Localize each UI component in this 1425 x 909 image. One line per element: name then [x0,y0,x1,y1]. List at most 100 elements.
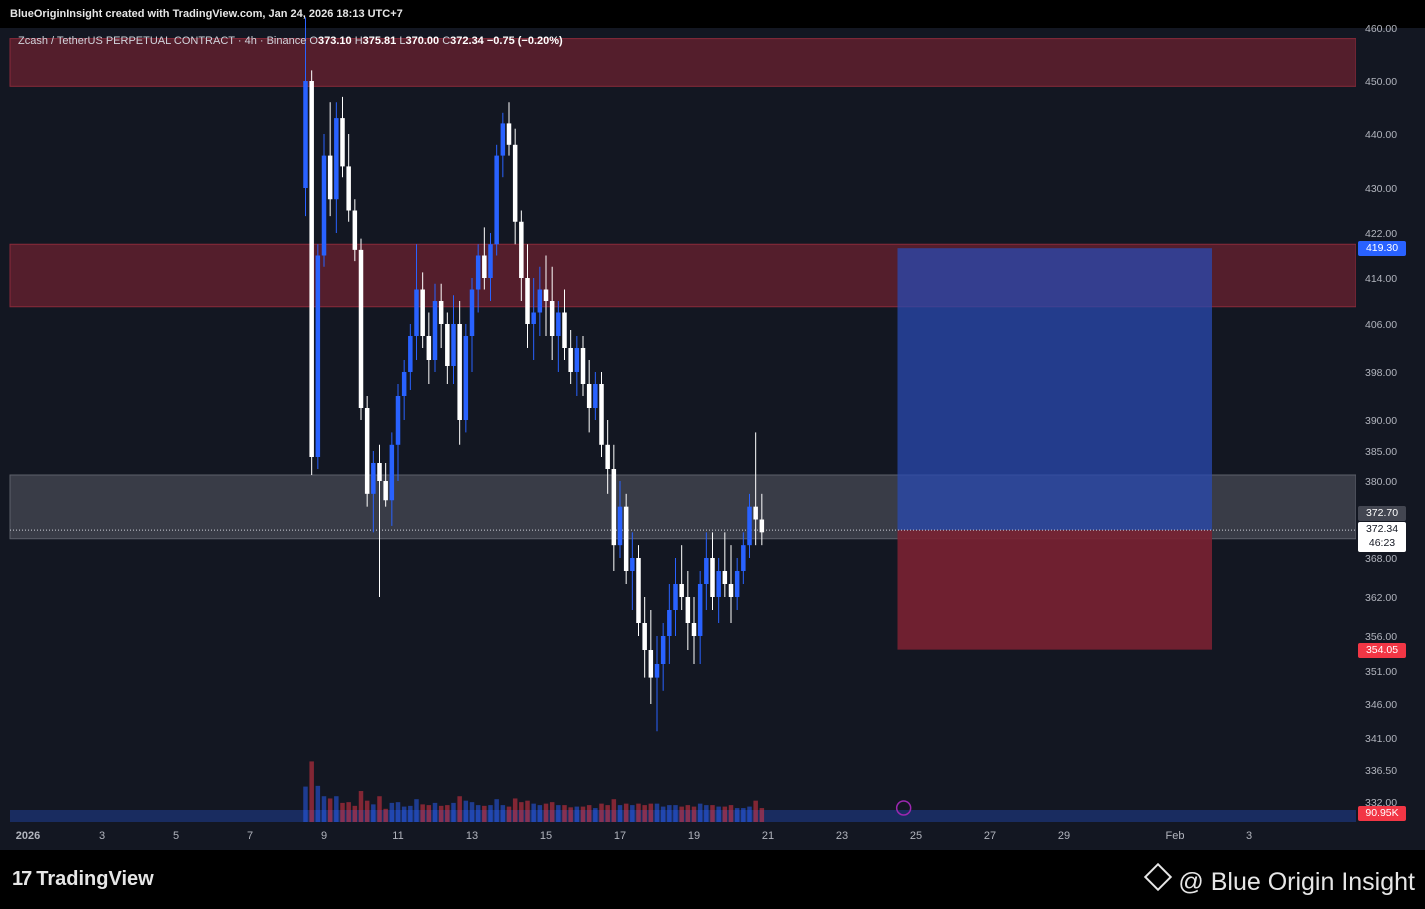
candle-body[interactable] [445,324,450,366]
candle-body[interactable] [420,289,425,337]
candle-body[interactable] [630,558,635,571]
candle-body[interactable] [457,324,462,420]
candle-body[interactable] [309,81,314,457]
candle-body[interactable] [469,289,475,337]
candle-body[interactable] [327,155,333,200]
candle-body[interactable] [371,463,376,494]
candle-body[interactable] [543,289,549,302]
symbol-description[interactable]: Zcash / TetherUS PERPETUAL CONTRACT · 4h… [18,35,306,47]
candle-body[interactable] [673,584,678,610]
candle-body[interactable] [580,348,586,384]
position-stop-zone[interactable] [897,530,1213,650]
candle-body[interactable] [710,558,715,597]
candle-body[interactable] [623,506,629,571]
candle-body[interactable] [593,384,598,408]
volume-bar [710,805,715,822]
volume-bar [679,806,684,822]
price-tick-label: 440.00 [1365,129,1397,141]
price-chart[interactable]: 460.00 450.00 440.00 430.00 422.00 414.00 406.… [0,0,1425,850]
candle-body[interactable] [401,372,407,396]
candle-body[interactable] [660,636,666,664]
candle-body[interactable] [303,81,308,188]
price-tick-label: 362.00 [1365,592,1397,604]
candle-body[interactable] [519,221,524,278]
candle-body[interactable] [568,348,573,372]
candle-body[interactable] [377,463,382,481]
price-tick-label: 380.00 [1365,476,1397,488]
candle-body[interactable] [697,584,703,636]
candle-body[interactable] [334,118,339,200]
candle-body[interactable] [352,210,358,250]
candle-body[interactable] [488,244,493,278]
candle-body[interactable] [691,623,697,636]
candle-countdown: 46:23 [1368,537,1396,549]
candle-body[interactable] [482,255,487,279]
time-tick-label: 27 [984,830,996,842]
volume-bar [543,803,549,822]
candle-body[interactable] [599,384,604,445]
candle-body[interactable] [667,610,672,636]
candle-body[interactable] [685,597,691,623]
price-change: −0.75 (−0.20%) [486,35,563,47]
candle-body[interactable] [340,118,345,167]
candle-body[interactable] [432,301,438,360]
candle-body[interactable] [549,301,555,336]
candle-body[interactable] [747,506,752,546]
position-target-zone[interactable] [897,248,1213,531]
candle-body[interactable] [531,312,536,325]
candle-body[interactable] [556,312,561,337]
candle-body[interactable] [605,444,610,469]
candle-body[interactable] [537,289,543,313]
brand-signature: @ Blue Origin Insight [1144,862,1415,897]
volume-bar [395,802,401,822]
candle-body[interactable] [475,255,481,290]
candle-body[interactable] [716,571,721,597]
candle-body[interactable] [734,571,740,597]
price-tick-label: 351.00 [1365,666,1397,678]
candle-body[interactable] [395,396,401,445]
candle-body[interactable] [611,469,617,546]
candle-body[interactable] [463,336,469,420]
candle-body[interactable] [617,506,623,546]
time-tick-label: 15 [540,830,552,842]
candle-body[interactable] [642,623,647,650]
candle-body[interactable] [383,481,388,501]
price-tick-label: 414.00 [1365,273,1397,285]
candle-body[interactable] [722,571,728,584]
candle-body[interactable] [315,255,321,458]
candle-body[interactable] [728,584,734,597]
candle-body[interactable] [586,384,592,408]
candle-body[interactable] [759,519,765,533]
candle-body[interactable] [389,444,395,501]
candle-body[interactable] [525,278,530,324]
candle-body[interactable] [648,650,654,678]
tradingview-logo[interactable]: 17 TradingView [12,868,154,891]
volume-bar [747,806,752,822]
candle-body[interactable] [512,144,518,222]
candle-body[interactable] [414,289,419,337]
candle-body[interactable] [426,336,432,360]
candle-body[interactable] [753,506,758,520]
candle-body[interactable] [506,123,512,145]
candle-body[interactable] [494,155,499,245]
candle-body[interactable] [500,123,506,156]
candle-body[interactable] [364,408,370,494]
candle-body[interactable] [321,155,327,256]
candle-body[interactable] [679,584,684,597]
candle-body[interactable] [741,545,746,571]
candle-body[interactable] [408,336,413,372]
time-axis[interactable] [10,822,1356,848]
candle-body[interactable] [451,324,456,366]
time-tick-label: 11 [392,830,403,842]
candle-body[interactable] [636,558,641,623]
volume-bar [414,799,419,822]
candle-body[interactable] [574,348,580,372]
volume-bar [469,802,475,822]
candle-body[interactable] [438,301,444,324]
candle-body[interactable] [346,166,351,211]
candle-body[interactable] [562,312,567,349]
candle-body[interactable] [654,664,660,678]
candle-body[interactable] [358,249,364,408]
candle-body[interactable] [704,558,709,584]
volume-bar [617,805,623,822]
